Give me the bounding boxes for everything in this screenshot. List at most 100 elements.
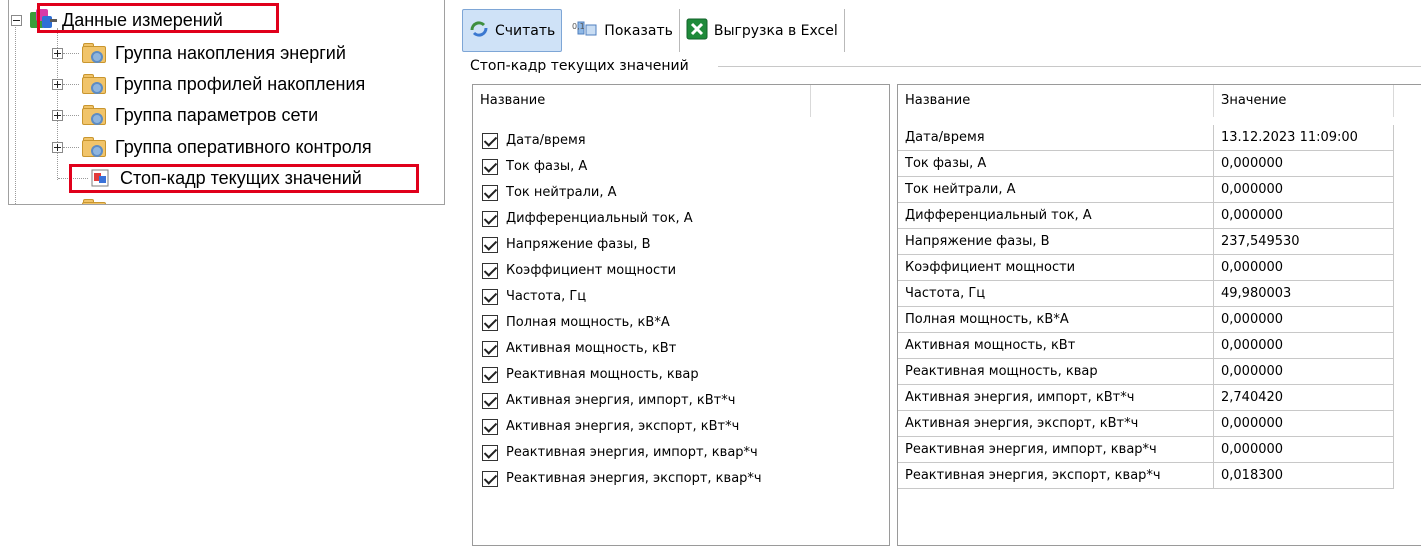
- row-checkbox[interactable]: [482, 315, 498, 331]
- row-checkbox[interactable]: [482, 211, 498, 227]
- row-checkbox[interactable]: [482, 341, 498, 357]
- row-checkbox[interactable]: [482, 471, 498, 487]
- row-checkbox[interactable]: [482, 393, 498, 409]
- table-row[interactable]: Ток нейтрали, А: [473, 180, 889, 206]
- row-label: Реактивная мощность, квар: [506, 367, 699, 382]
- tree-node-network-parameters[interactable]: Группа параметров сети: [52, 102, 318, 128]
- row-checkbox[interactable]: [482, 419, 498, 435]
- cell-name: Дата/время: [898, 125, 1214, 151]
- row-checkbox[interactable]: [482, 133, 498, 149]
- column-header-value[interactable]: Значение: [1214, 85, 1394, 117]
- table-row[interactable]: Полная мощность, кВ*А 0,000000: [898, 307, 1394, 333]
- row-checkbox[interactable]: [482, 367, 498, 383]
- cell-value: 49,980003: [1214, 281, 1394, 307]
- expand-icon[interactable]: [52, 109, 63, 121]
- row-label: Ток нейтрали, А: [506, 185, 617, 200]
- cell-name: Ток нейтрали, А: [898, 177, 1214, 203]
- expand-icon[interactable]: [52, 141, 63, 153]
- table-row[interactable]: Дифференциальный ток, А 0,000000: [898, 203, 1394, 229]
- table-row[interactable]: Дата/время: [473, 128, 889, 154]
- tree-node-accumulation-profiles[interactable]: Группа профилей накопления: [52, 71, 365, 97]
- cell-value: 0,000000: [1214, 359, 1394, 385]
- table-row[interactable]: Дата/время 13.12.2023 11:09:00: [898, 125, 1394, 151]
- row-label: Активная энергия, импорт, кВт*ч: [506, 393, 736, 408]
- tree-node-label: Группа оперативного контроля: [115, 136, 372, 157]
- table-row[interactable]: Полная мощность, кВ*А: [473, 310, 889, 336]
- tree-node-operative-control[interactable]: Группа оперативного контроля: [52, 134, 372, 160]
- grid-header: Название: [473, 85, 889, 117]
- table-row[interactable]: Активная энергия, импорт, кВт*ч 2,740420: [898, 385, 1394, 411]
- row-checkbox[interactable]: [482, 185, 498, 201]
- cell-name: Активная мощность, кВт: [898, 333, 1214, 359]
- table-row[interactable]: Напряжение фазы, В 237,549530: [898, 229, 1394, 255]
- table-row[interactable]: Реактивная энергия, экспорт, квар*ч: [473, 466, 889, 492]
- row-label: Дата/время: [506, 133, 586, 148]
- table-row[interactable]: Ток фазы, А: [473, 154, 889, 180]
- table-row[interactable]: Реактивная мощность, квар: [473, 362, 889, 388]
- column-header-name[interactable]: Название: [473, 85, 811, 117]
- show-button[interactable]: 0,1 Показать: [566, 9, 680, 52]
- row-label: Активная энергия, экспорт, кВт*ч: [506, 419, 740, 434]
- highlight-snapshot: [69, 164, 419, 193]
- cell-value: 0,018300: [1214, 463, 1394, 489]
- cell-value: 0,000000: [1214, 255, 1394, 281]
- table-row[interactable]: Реактивная мощность, квар 0,000000: [898, 359, 1394, 385]
- parameters-selection-grid: Название Дата/время Ток фазы, А Ток нейтра…: [472, 84, 890, 546]
- expand-icon[interactable]: [52, 203, 63, 204]
- cell-name: Дифференциальный ток, А: [898, 203, 1214, 229]
- table-row[interactable]: Ток нейтрали, А 0,000000: [898, 177, 1394, 203]
- table-row[interactable]: Частота, Гц 49,980003: [898, 281, 1394, 307]
- table-row[interactable]: Активная энергия, импорт, кВт*ч: [473, 388, 889, 414]
- cell-name: Реактивная энергия, экспорт, квар*ч: [898, 463, 1214, 489]
- tree-node-energy-accumulation[interactable]: Группа накопления энергий: [52, 40, 346, 66]
- cell-value: 0,000000: [1214, 307, 1394, 333]
- table-row[interactable]: Ток фазы, А 0,000000: [898, 151, 1394, 177]
- table-row[interactable]: Реактивная энергия, импорт, квар*ч 0,0000…: [898, 437, 1394, 463]
- cell-value: 0,000000: [1214, 333, 1394, 359]
- row-checkbox[interactable]: [482, 263, 498, 279]
- row-label: Частота, Гц: [506, 289, 587, 304]
- table-row[interactable]: Напряжение фазы, В: [473, 232, 889, 258]
- row-checkbox[interactable]: [482, 445, 498, 461]
- excel-export-button[interactable]: Выгрузка в Excel: [680, 9, 845, 52]
- row-label: Ток фазы, А: [506, 159, 588, 174]
- device-tree: Данные измерений Группа накопления энерг…: [8, 0, 445, 205]
- table-row[interactable]: Активная мощность, кВт: [473, 336, 889, 362]
- row-label: Коэффициент мощности: [506, 263, 677, 278]
- table-row[interactable]: Реактивная энергия, импорт, квар*ч: [473, 440, 889, 466]
- table-row[interactable]: Активная мощность, кВт 0,000000: [898, 333, 1394, 359]
- row-label: Напряжение фазы, В: [506, 237, 651, 252]
- row-label: Дифференциальный ток, А: [506, 211, 693, 226]
- row-checkbox[interactable]: [482, 289, 498, 305]
- cell-value: 0,000000: [1214, 203, 1394, 229]
- cell-name: Ток фазы, А: [898, 151, 1214, 177]
- grid-header: Название Значение: [898, 85, 1421, 117]
- expand-icon[interactable]: [52, 78, 63, 90]
- folder-gear-icon: [81, 105, 107, 125]
- table-row[interactable]: Коэффициент мощности 0,000000: [898, 255, 1394, 281]
- row-checkbox[interactable]: [482, 159, 498, 175]
- cell-name: Активная энергия, импорт, кВт*ч: [898, 385, 1214, 411]
- tree-node-label: Группа параметров сети: [115, 104, 319, 125]
- collapse-icon[interactable]: [11, 14, 22, 26]
- highlight-root: [37, 3, 279, 33]
- table-row[interactable]: Реактивная энергия, экспорт, квар*ч 0,018…: [898, 463, 1394, 489]
- folder-icon: [81, 199, 107, 204]
- column-header-name[interactable]: Название: [898, 85, 1214, 117]
- row-checkbox[interactable]: [482, 237, 498, 253]
- cell-value: 2,740420: [1214, 385, 1394, 411]
- table-row[interactable]: Коэффициент мощности: [473, 258, 889, 284]
- expand-icon[interactable]: [52, 47, 63, 59]
- table-row[interactable]: Активная энергия, экспорт, кВт*ч 0,000000: [898, 411, 1394, 437]
- read-button[interactable]: Считать: [462, 9, 563, 52]
- row-label: Полная мощность, кВ*А: [506, 315, 670, 330]
- show-icon: 0,1: [572, 19, 598, 43]
- cell-value: 0,000000: [1214, 437, 1394, 463]
- table-row[interactable]: Дифференциальный ток, А: [473, 206, 889, 232]
- tree-node-partial[interactable]: [52, 196, 115, 204]
- group-title: Стоп-кадр текущих значений: [470, 58, 689, 74]
- table-row[interactable]: Частота, Гц: [473, 284, 889, 310]
- cell-name: Реактивная энергия, импорт, квар*ч: [898, 437, 1214, 463]
- table-row[interactable]: Активная энергия, экспорт, кВт*ч: [473, 414, 889, 440]
- excel-icon: [686, 18, 708, 44]
